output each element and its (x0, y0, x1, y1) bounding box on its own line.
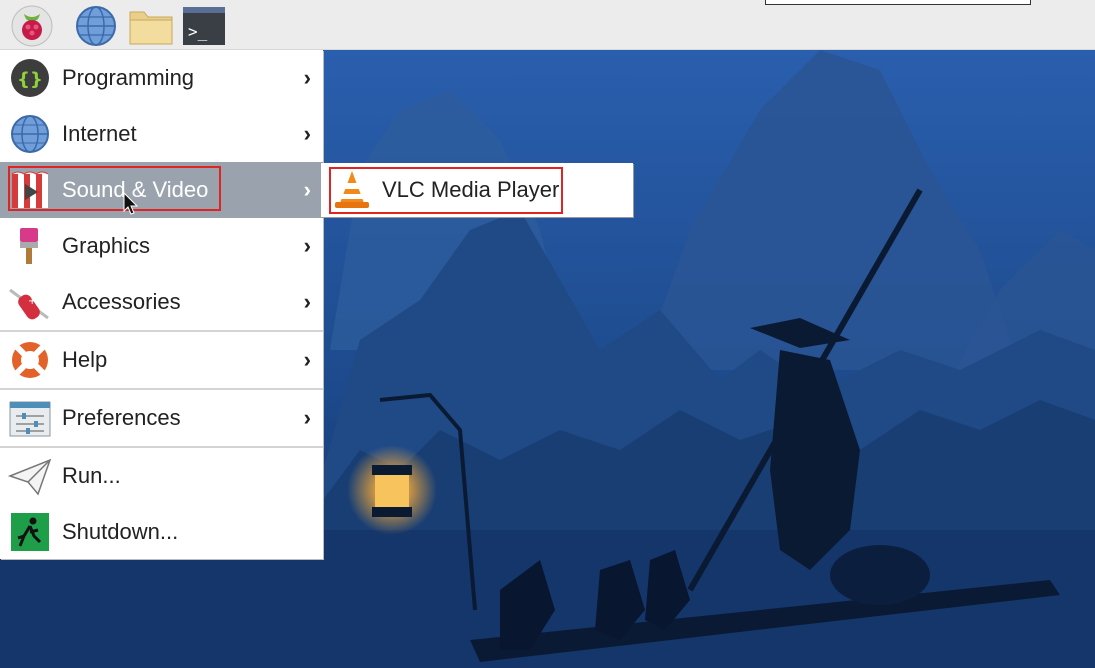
code-braces-icon: {} (8, 58, 52, 98)
menu-item-internet[interactable]: Internet › (0, 106, 323, 162)
menu-item-preferences[interactable]: Preferences › (0, 390, 323, 446)
submenu-item-label: VLC Media Player (382, 177, 560, 202)
raspberry-pi-icon[interactable] (10, 4, 54, 48)
menu-item-label: Graphics (62, 233, 151, 258)
running-exit-icon (8, 512, 52, 552)
menu-item-label: Shutdown... (62, 519, 179, 544)
menu-item-help[interactable]: Help › (0, 332, 323, 388)
svg-text:+: + (28, 296, 36, 307)
lifebuoy-icon (8, 340, 52, 380)
menu-item-sound-video[interactable]: Sound & Video › (0, 162, 323, 218)
main-menu: {} Programming › Internet › Sound & Vide… (0, 50, 323, 559)
submenu-item-vlc[interactable]: VLC Media Player (321, 163, 633, 217)
menu-item-graphics[interactable]: Graphics › (0, 218, 323, 274)
taskbar-window-slot[interactable] (765, 0, 1031, 5)
top-panel: >_ (0, 0, 1095, 50)
svg-text:{}: {} (17, 69, 43, 90)
svg-text:>_: >_ (188, 22, 208, 41)
web-browser-icon[interactable] (74, 4, 118, 48)
vlc-cone-icon (331, 169, 373, 211)
menu-item-run[interactable]: Run... (0, 448, 323, 504)
mouse-pointer-icon (123, 191, 139, 216)
chevron-right-icon: › (303, 121, 311, 146)
swiss-knife-icon: + (8, 282, 52, 322)
chevron-right-icon: › (303, 405, 311, 430)
menu-item-accessories[interactable]: + Accessories › (0, 274, 323, 330)
chevron-right-icon: › (303, 65, 311, 90)
sliders-icon (8, 398, 52, 438)
chevron-right-icon: › (303, 177, 311, 202)
submenu-sound-video: VLC Media Player (321, 163, 633, 217)
paint-brush-icon (8, 226, 52, 266)
menu-item-shutdown[interactable]: Shutdown... (0, 504, 323, 560)
menu-item-label: Accessories (62, 289, 181, 314)
terminal-icon[interactable]: >_ (182, 4, 226, 48)
paper-plane-icon (7, 456, 52, 496)
play-media-icon (8, 170, 52, 210)
chevron-right-icon: › (303, 233, 311, 258)
file-manager-icon[interactable] (128, 4, 173, 48)
menu-item-programming[interactable]: {} Programming › (0, 50, 323, 106)
menu-item-label: Internet (62, 121, 137, 146)
menu-item-label: Run... (62, 463, 121, 488)
menu-item-label: Help (62, 347, 108, 372)
menu-item-label: Preferences (62, 405, 181, 430)
menu-item-label: Programming (62, 65, 195, 90)
chevron-right-icon: › (303, 289, 311, 314)
chevron-right-icon: › (303, 347, 311, 372)
globe-icon (8, 114, 52, 154)
